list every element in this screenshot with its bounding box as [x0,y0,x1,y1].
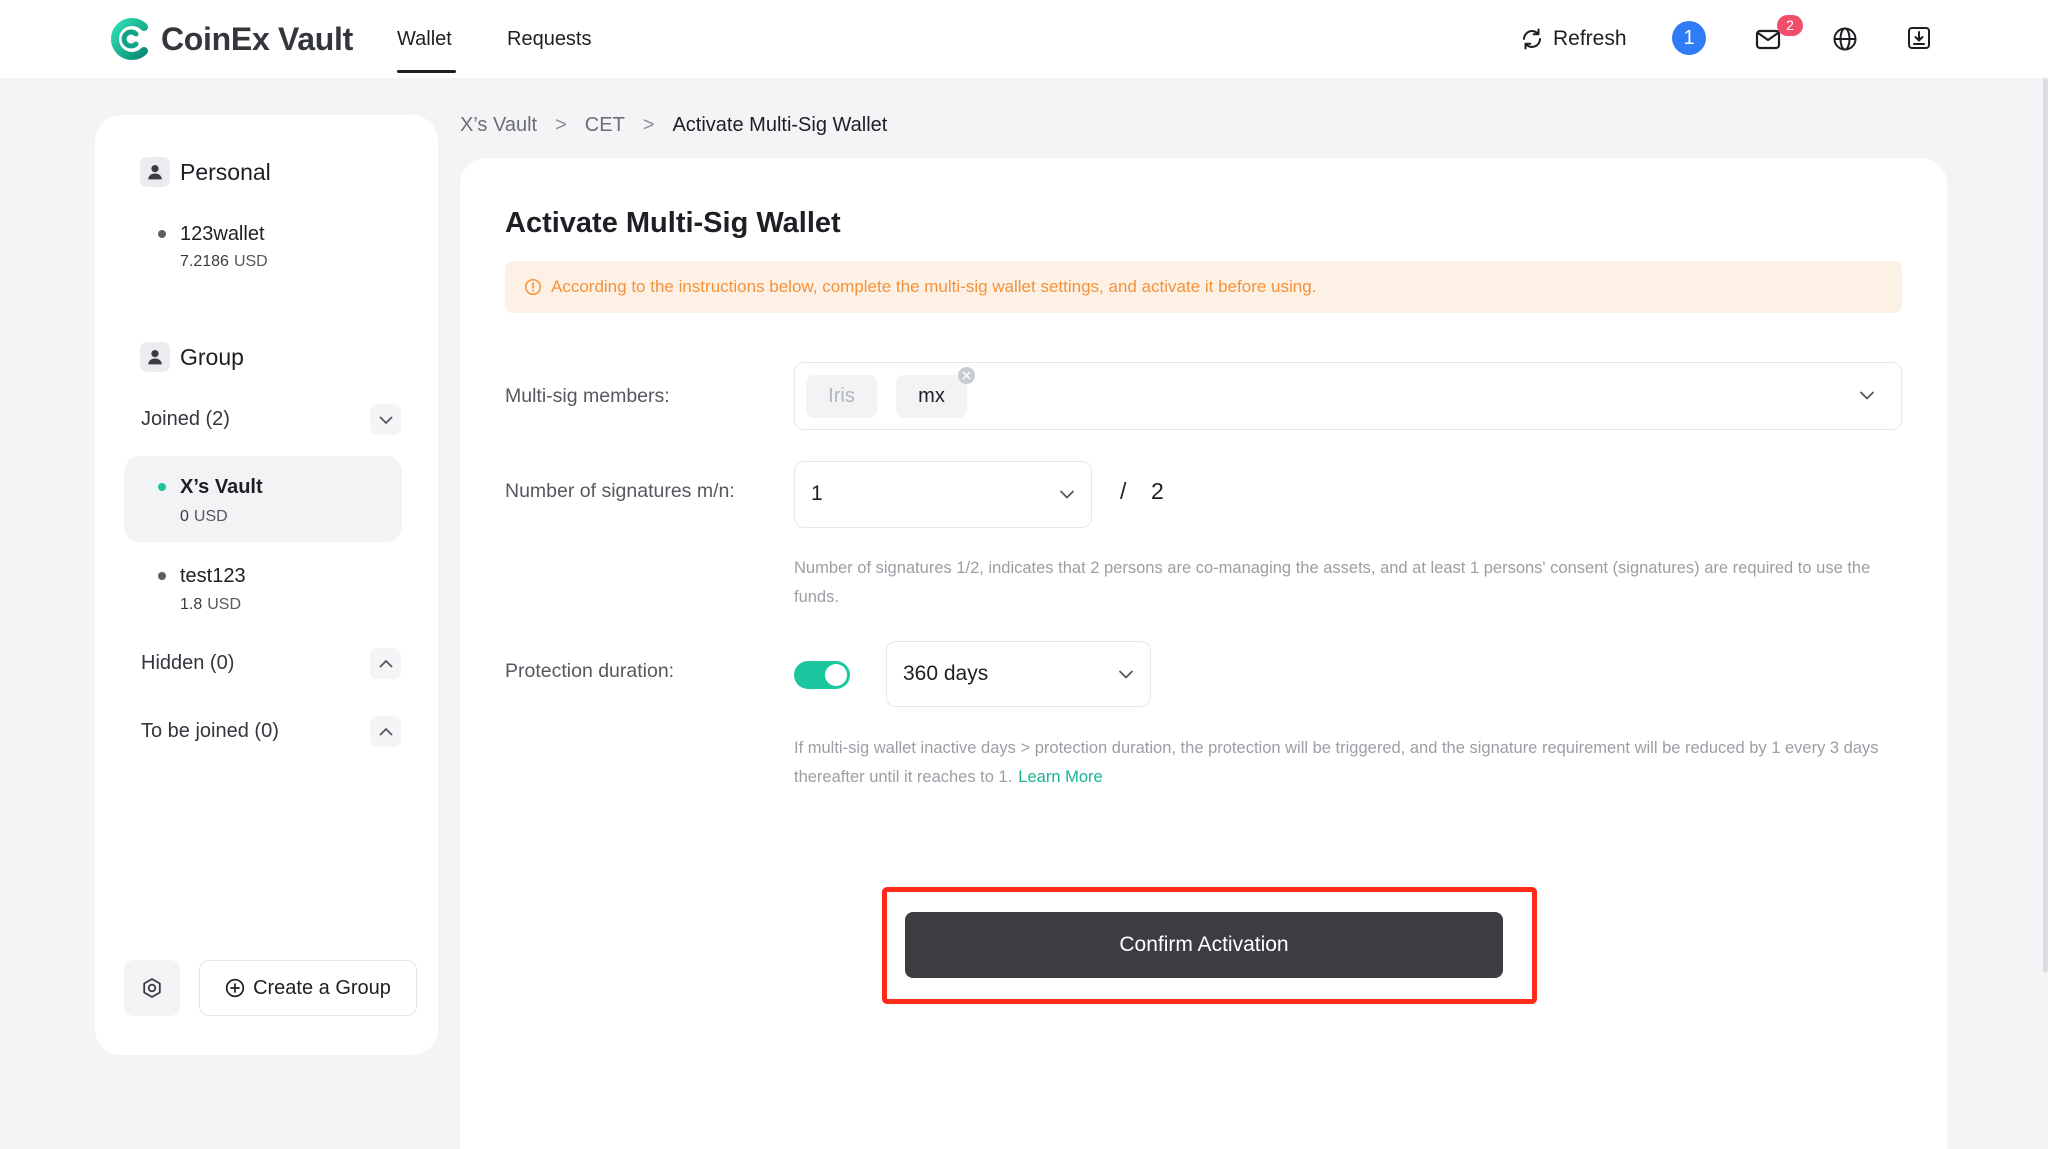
mail-count-badge: 2 [1777,15,1803,36]
protection-duration-select[interactable]: 360 days [886,641,1151,707]
group-icon [140,342,170,372]
create-group-label: Create a Group [253,976,391,999]
page-scrollbar[interactable] [2043,78,2048,973]
active-tab-indicator [397,70,456,73]
download-icon[interactable] [1906,25,1932,51]
chevron-down-icon [1060,490,1074,499]
signatures-label: Number of signatures m/n: [505,480,735,502]
tab-wallet[interactable]: Wallet [397,24,452,54]
tab-requests[interactable]: Requests [507,24,592,54]
chevron-down-icon[interactable] [370,404,401,435]
signatures-n-value: 2 [1151,478,1164,504]
settings-icon [143,978,161,998]
top-header: CoinEx Vault Wallet Requests Refresh 1 2 [0,0,2048,78]
page-title: Activate Multi-Sig Wallet [505,207,841,239]
coinex-logo-icon [110,18,148,60]
wallet-bullet-active [158,483,166,491]
refresh-button[interactable]: Refresh [1553,24,1627,54]
create-group-button[interactable]: Create a Group [199,960,417,1016]
toggle-knob [825,664,847,686]
chevron-down-icon [1119,670,1133,679]
protection-label: Protection duration: [505,660,675,682]
wallet-name-xs-vault[interactable]: X’s Vault [180,474,263,500]
sidebar: Personal 123wallet 7.2186 USD Group Joine… [95,115,438,1055]
members-select[interactable]: Iris mx [794,362,1902,430]
balance-unit: USD [233,253,268,270]
globe-icon[interactable] [1832,26,1858,52]
wallet-name-test123[interactable]: test123 [180,563,246,589]
section-title-group: Group [180,344,244,370]
hidden-groups-toggle[interactable]: Hidden (0) [141,648,234,678]
breadcrumb-separator: > [642,114,655,136]
joined-groups-toggle[interactable]: Joined (2) [141,404,230,434]
balance-unit: USD [193,508,228,525]
members-label: Multi-sig members: [505,385,670,407]
activation-form-card: Activate Multi-Sig Wallet According to t… [460,158,1947,1149]
refresh-icon[interactable] [1520,27,1544,51]
breadcrumb-cet[interactable]: CET [585,114,625,136]
to-be-joined-toggle[interactable]: To be joined (0) [141,716,279,746]
protection-toggle[interactable] [794,661,850,689]
remove-chip-icon[interactable] [958,367,975,384]
wallet-balance: 7.2186 USD [180,251,268,273]
info-alert: According to the instructions below, com… [505,261,1902,313]
logo-text: CoinEx Vault [161,21,353,57]
wallet-balance: 0 USD [180,506,228,528]
balance-unit: USD [207,596,242,613]
member-chip-iris: Iris [806,375,877,418]
wallet-bullet [158,572,166,580]
protection-help-text: If multi-sig wallet inactive days > prot… [794,739,1879,786]
chevron-up-icon[interactable] [370,648,401,679]
breadcrumb: X’s Vault > CET > Activate Multi-Sig Wallet [460,110,887,140]
account-avatar[interactable]: 1 [1672,21,1706,55]
balance-amount: 0 [180,508,189,525]
warning-circle-icon [524,278,542,296]
signatures-help-text: Number of signatures 1/2, indicates that… [794,559,1871,606]
chevron-down-icon [1860,391,1874,400]
breadcrumb-vault[interactable]: X’s Vault [460,114,537,136]
signatures-separator: / [1120,478,1127,504]
confirm-activation-button[interactable]: Confirm Activation [905,912,1503,978]
protection-help: If multi-sig wallet inactive days > prot… [794,734,1904,792]
balance-amount: 7.2186 [180,253,229,270]
sidebar-item-selected[interactable] [124,456,402,542]
add-circle-icon [225,978,245,998]
balance-amount: 1.8 [180,596,203,613]
breadcrumb-current: Activate Multi-Sig Wallet [672,114,888,136]
alert-message: According to the instructions below, com… [551,277,1317,296]
protection-duration-value: 360 days [903,662,989,685]
wallet-name-123wallet[interactable]: 123wallet [180,221,265,247]
wallet-bullet [158,230,166,238]
member-chip-mx[interactable]: mx [896,375,967,418]
learn-more-link[interactable]: Learn More [1018,768,1102,786]
wallet-balance: 1.8 USD [180,594,241,616]
settings-button[interactable] [124,960,180,1016]
breadcrumb-separator: > [555,114,567,136]
signatures-m-value: 1 [811,482,823,505]
section-title-personal: Personal [180,159,271,185]
chevron-up-icon[interactable] [370,716,401,747]
person-icon [140,157,170,187]
signatures-m-select[interactable]: 1 [794,461,1092,528]
